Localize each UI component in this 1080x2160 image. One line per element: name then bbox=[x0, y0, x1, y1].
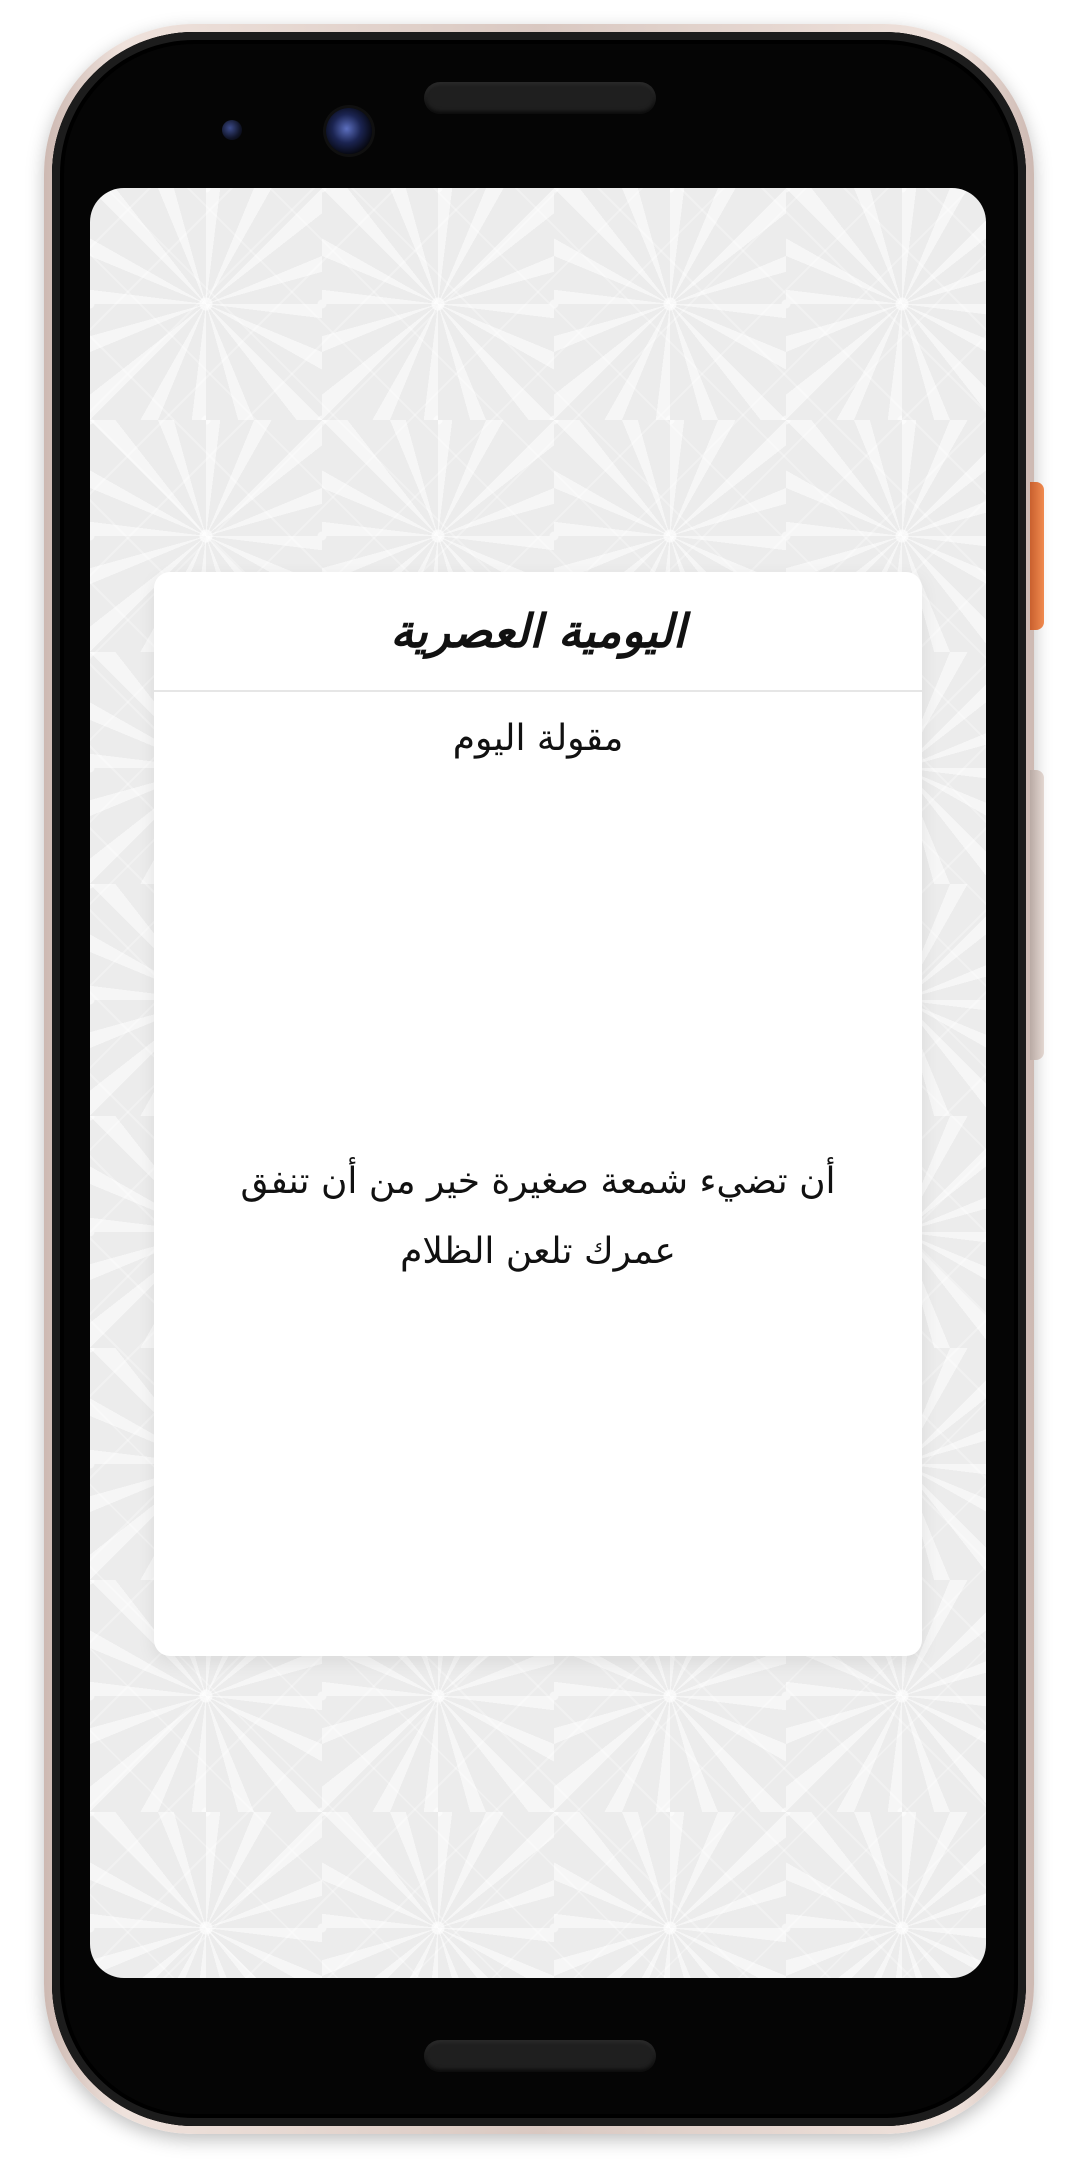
earpiece-speaker bbox=[424, 82, 656, 114]
camera-icon bbox=[326, 108, 372, 154]
card-header: اليومية العصرية bbox=[154, 572, 922, 692]
section-title: مقولة اليوم bbox=[452, 718, 624, 759]
power-button[interactable] bbox=[1030, 482, 1044, 630]
volume-button[interactable] bbox=[1030, 770, 1044, 1060]
screen: اليومية العصرية مقولة اليوم أن تضيء شمعة… bbox=[90, 188, 986, 1978]
sensor-icon bbox=[222, 120, 242, 140]
quote-text: أن تضيء شمعة صغيرة خير من أن تنفق عمرك ت… bbox=[240, 1161, 836, 1272]
device-frame: اليومية العصرية مقولة اليوم أن تضيء شمعة… bbox=[0, 0, 1080, 2160]
app-title: اليومية العصرية bbox=[390, 604, 686, 658]
card-body: مقولة اليوم أن تضيء شمعة صغيرة خير من أن… bbox=[154, 692, 922, 1654]
bottom-speaker bbox=[424, 2040, 656, 2072]
quote-card: اليومية العصرية مقولة اليوم أن تضيء شمعة… bbox=[154, 572, 922, 1656]
